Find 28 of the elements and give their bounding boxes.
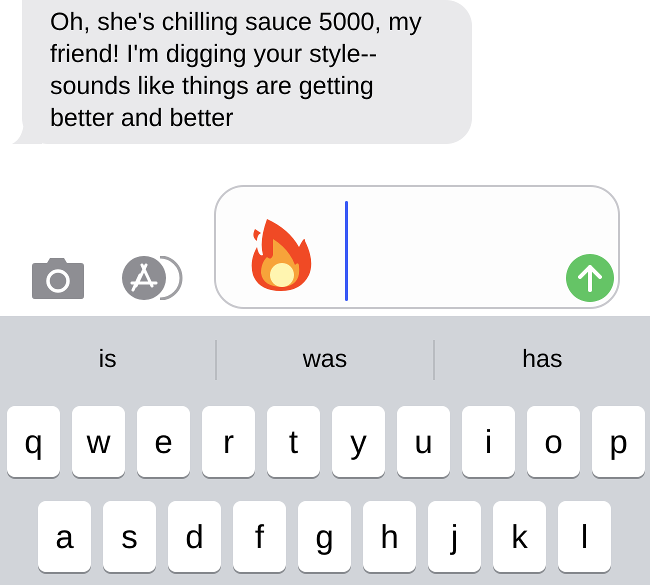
message-input-field[interactable]	[214, 185, 620, 309]
keyboard-key[interactable]: y	[332, 406, 385, 477]
keyboard-key[interactable]: j	[428, 501, 481, 572]
send-button[interactable]	[566, 254, 614, 302]
keyboard-key[interactable]: s	[103, 501, 156, 572]
suggestion-item[interactable]: has	[434, 341, 650, 379]
keyboard-key[interactable]: w	[72, 406, 125, 477]
keyboard-key[interactable]: u	[397, 406, 450, 477]
keyboard-key[interactable]: f	[233, 501, 286, 572]
camera-icon[interactable]	[31, 257, 85, 300]
keyboard-key[interactable]: k	[493, 501, 546, 572]
keyboard-key[interactable]: t	[267, 406, 320, 477]
message-bubble: Oh, she's chilling sauce 5000, my friend! I'm digging your style--sounds like things are getting better and better	[22, 0, 472, 144]
keyboard-key[interactable]: a	[38, 501, 91, 572]
keyboard-key[interactable]: q	[7, 406, 60, 477]
keyboard-key[interactable]: p	[592, 406, 645, 477]
keyboard-key[interactable]: i	[462, 406, 515, 477]
keyboard-key[interactable]: e	[137, 406, 190, 477]
suggestion-item[interactable]: was	[217, 341, 433, 379]
up-arrow-icon	[577, 264, 603, 292]
keyboard-key[interactable]: h	[363, 501, 416, 572]
keyboard-key[interactable]: g	[298, 501, 351, 572]
keyboard-key[interactable]: l	[558, 501, 611, 572]
suggestion-item[interactable]: is	[0, 341, 216, 379]
keyboard-key[interactable]: o	[527, 406, 580, 477]
app-store-icon[interactable]	[122, 256, 184, 300]
keyboard-key[interactable]: d	[168, 501, 221, 572]
keyboard-key[interactable]: r	[202, 406, 255, 477]
